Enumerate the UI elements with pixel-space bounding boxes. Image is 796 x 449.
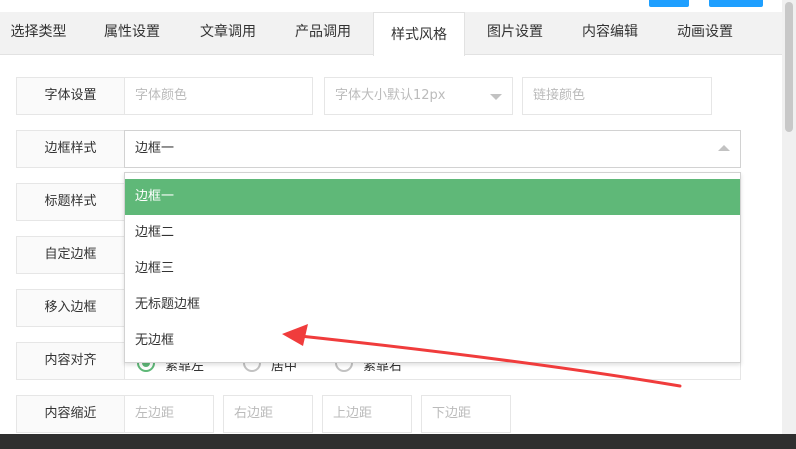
dialog-panel: 选择类型 属性设置 文章调用 产品调用 样式风格 图片设置 内容编辑 动画设置 … <box>0 0 782 434</box>
scrollbar-thumb[interactable] <box>785 2 793 132</box>
vertical-scrollbar[interactable] <box>782 0 796 434</box>
annotation-arrow-icon <box>282 324 682 388</box>
